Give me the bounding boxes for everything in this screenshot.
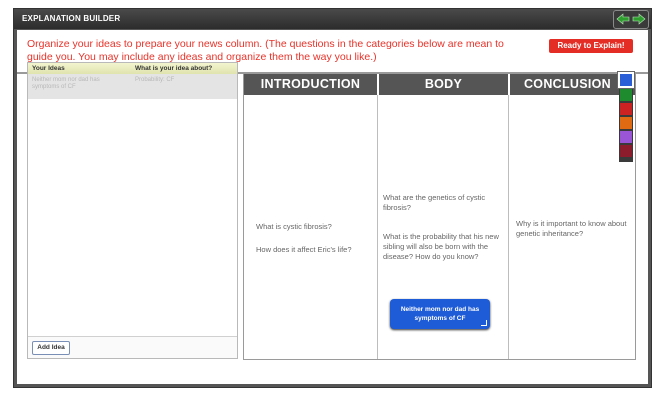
note-text: Neither mom nor dad has symptoms of CF — [400, 306, 480, 322]
intro-question-1: What is cystic fibrosis? — [256, 222, 332, 231]
column-divider — [377, 95, 378, 359]
add-idea-button[interactable]: Add Idea — [32, 341, 70, 355]
idea-text: Neither mom nor dad has symptoms of CF — [32, 77, 100, 90]
body-question-2: What is the probability that his new sib… — [383, 232, 499, 261]
ready-to-explain-button[interactable]: Ready to Explain! — [549, 39, 633, 53]
resize-handle-icon[interactable] — [481, 320, 487, 326]
window-title: EXPLANATION BUILDER — [22, 14, 121, 23]
body-question-1: What are the genetics of cystic fibrosis… — [383, 193, 486, 212]
swatch-red[interactable] — [620, 103, 632, 115]
column-title-introduction: INTRODUCTION — [260, 77, 361, 91]
board-column-headers: INTRODUCTION BODY CONCLUSION — [244, 74, 635, 95]
column-title-conclusion: CONCLUSION — [523, 77, 612, 91]
conclusion-question-1: Why is it important to know about geneti… — [516, 219, 627, 238]
column-divider — [508, 95, 509, 359]
explanation-builder-window: EXPLANATION BUILDER Organize your ideas … — [13, 8, 652, 388]
column-header-idea-about[interactable]: What is your idea about? — [135, 65, 212, 72]
organizer-board: INTRODUCTION BODY CONCLUSION What is cys… — [243, 73, 636, 360]
ideas-table-header: Your Ideas What is your idea about? — [28, 63, 237, 74]
navigation-arrows — [613, 10, 649, 29]
arrow-right-icon[interactable] — [632, 13, 646, 25]
arrow-left-icon[interactable] — [616, 13, 630, 25]
swatch-maroon[interactable] — [620, 145, 632, 157]
instructions-text: Organize your ideas to prepare your news… — [27, 38, 504, 63]
column-title-body: BODY — [424, 77, 463, 91]
color-palette — [618, 72, 634, 162]
swatch-blue[interactable] — [618, 72, 634, 88]
table-row[interactable]: Neither mom nor dad has symptoms of CF P… — [28, 74, 237, 99]
idea-about-text: Probability: CF — [135, 77, 175, 83]
ideas-footer: Add Idea — [28, 336, 237, 358]
title-bar: EXPLANATION BUILDER — [14, 9, 651, 29]
column-header-your-ideas[interactable]: Your Ideas — [32, 65, 65, 72]
ideas-panel: Your Ideas What is your idea about? Neit… — [27, 62, 238, 359]
swatch-green[interactable] — [620, 89, 632, 101]
swatch-purple[interactable] — [620, 131, 632, 143]
swatch-orange[interactable] — [620, 117, 632, 129]
idea-note-card[interactable]: Neither mom nor dad has symptoms of CF — [390, 299, 490, 329]
intro-question-2: How does it affect Eric's life? — [256, 245, 352, 254]
